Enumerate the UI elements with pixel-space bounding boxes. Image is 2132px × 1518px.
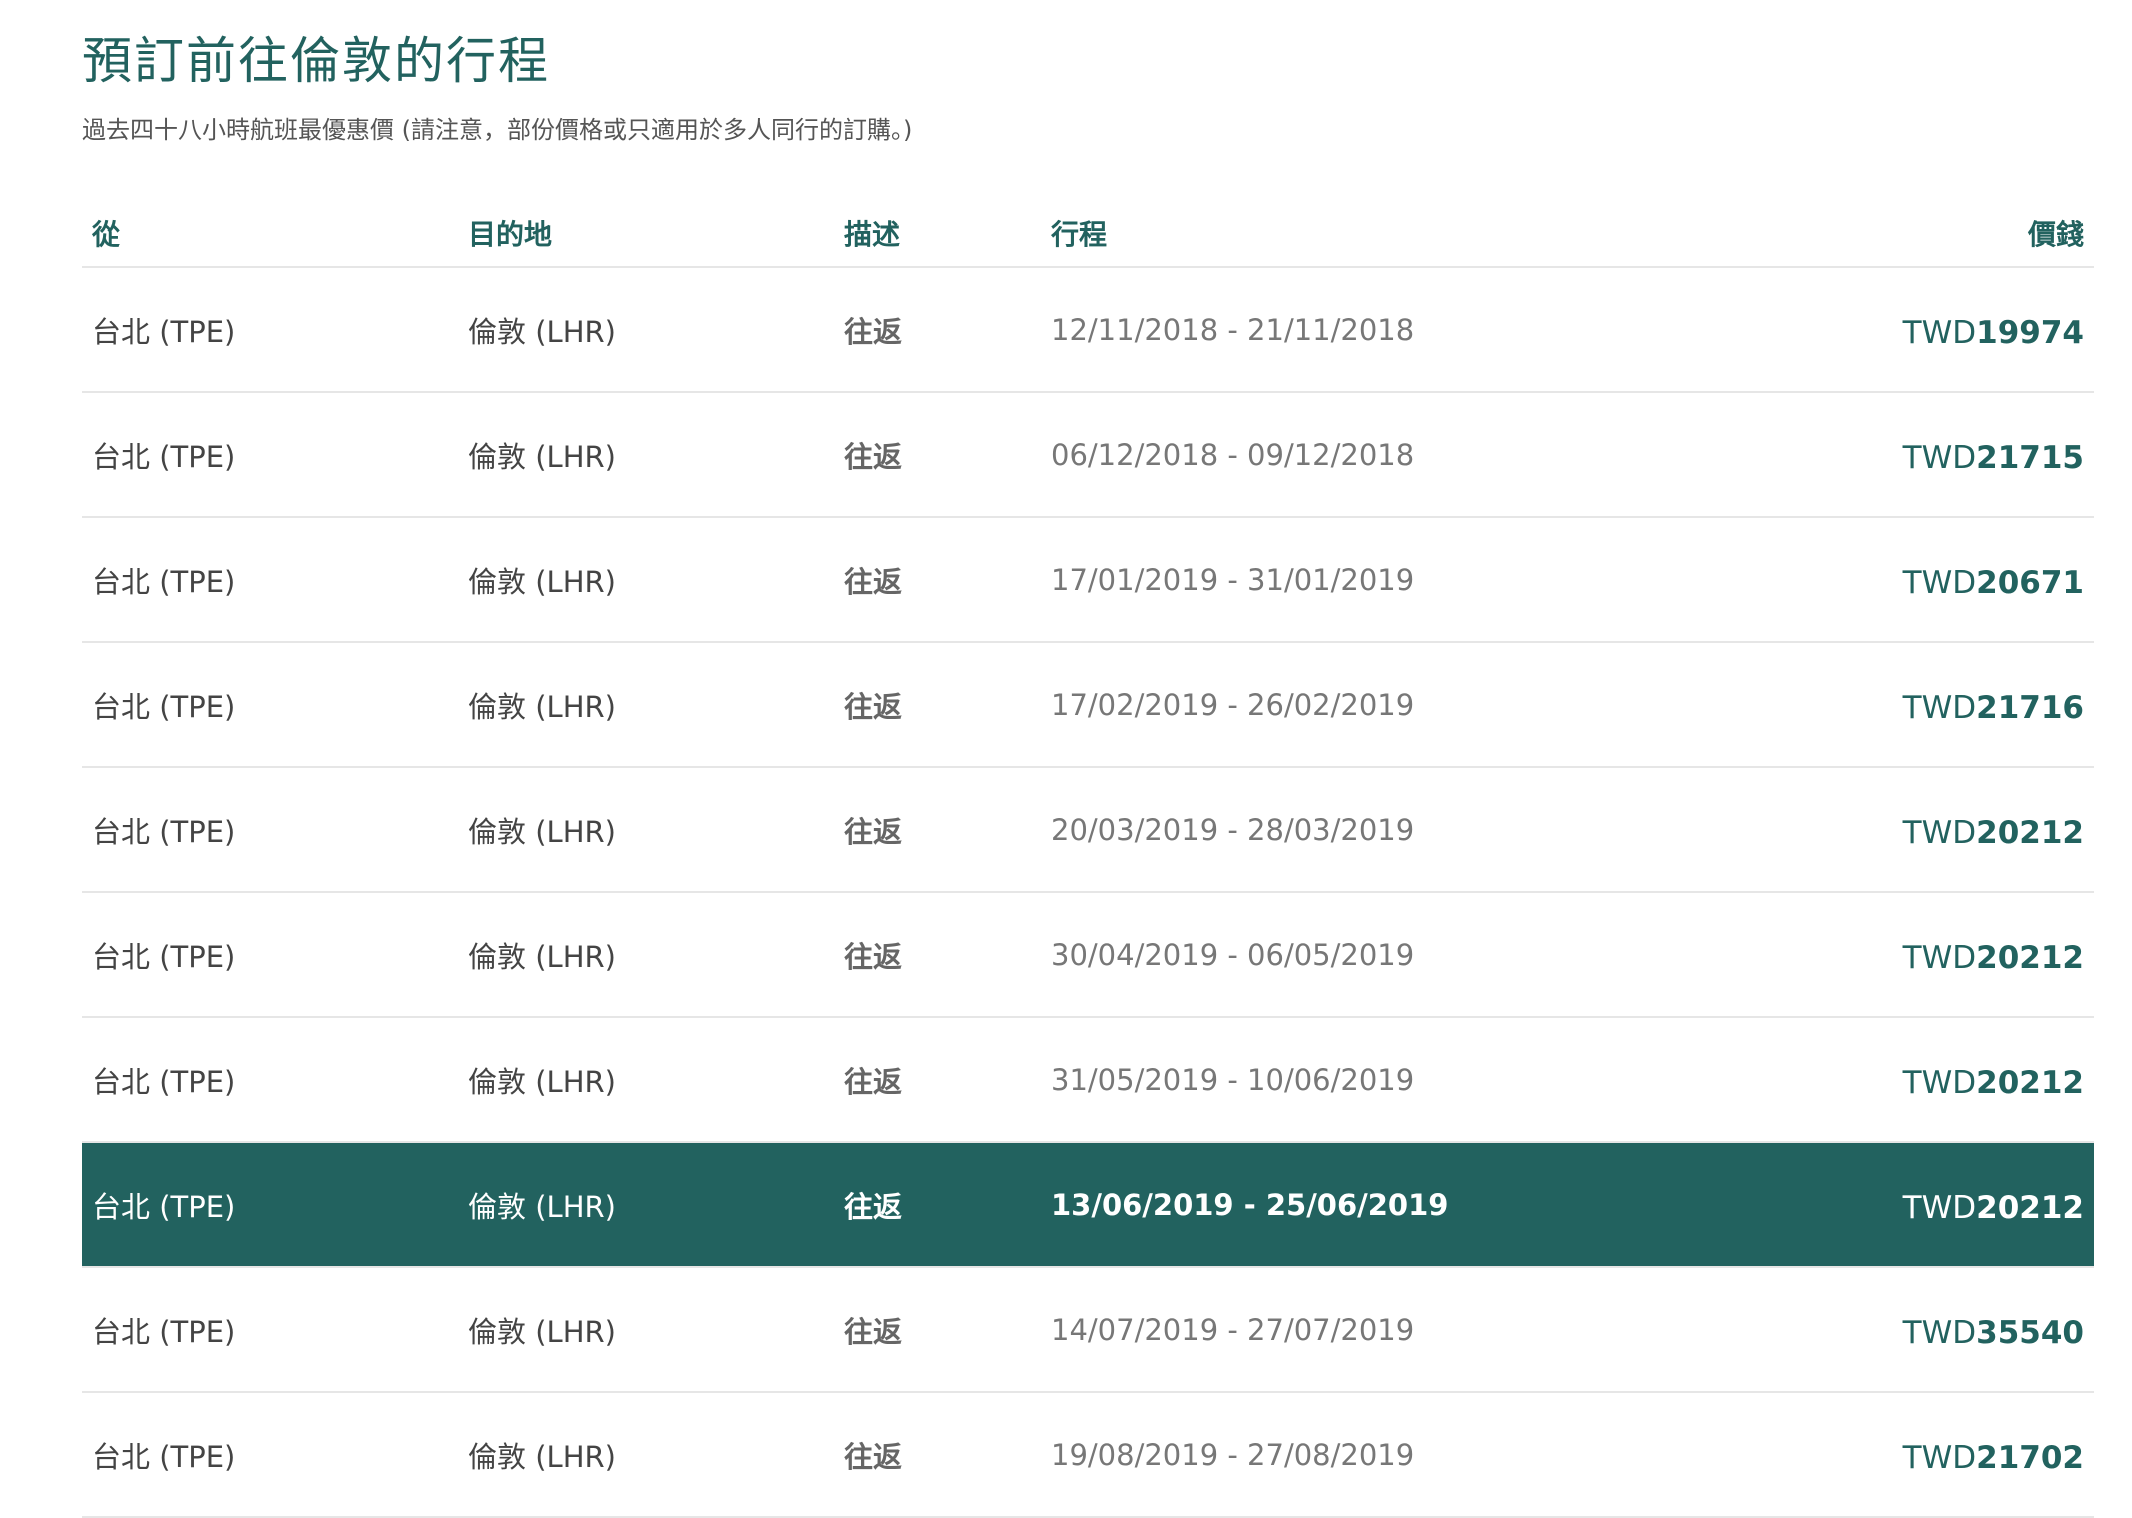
fares-page: 預訂前往倫敦的行程 過去四十八小時航班最優惠價 (請注意，部份價格或只適用於多人… [0,0,2132,1518]
cell-price[interactable]: TWD20212 [1531,892,2094,1018]
price-amount: 20212 [1976,1064,2084,1101]
price-amount: 19974 [1976,314,2084,351]
cell-itinerary: 06/12/2018 - 09/12/2018 [1041,392,1531,518]
table-row[interactable]: 台北 (TPE) 倫敦 (LHR) 往返 30/04/2019 - 06/05/… [82,892,2094,1018]
column-header-itinerary: 行程 [1041,200,1531,268]
cell-destination: 倫敦 (LHR) [458,642,834,768]
price-currency: TWD [1902,439,1977,476]
table-row[interactable]: 台北 (TPE) 倫敦 (LHR) 往返 17/01/2019 - 31/01/… [82,517,2094,643]
page-subtitle: 過去四十八小時航班最優惠價 (請注意，部份價格或只適用於多人同行的訂購。) [82,116,913,144]
cell-description: 往返 [834,392,1041,518]
cell-description: 往返 [834,517,1041,643]
cell-destination: 倫敦 (LHR) [458,1017,834,1143]
table-row[interactable]: 台北 (TPE) 倫敦 (LHR) 往返 17/02/2019 - 26/02/… [82,642,2094,768]
cell-price[interactable]: TWD20212 [1531,767,2094,893]
cell-itinerary: 12/11/2018 - 21/11/2018 [1041,267,1531,393]
price-currency: TWD [1902,1314,1977,1351]
table-row[interactable]: 台北 (TPE) 倫敦 (LHR) 往返 31/05/2019 - 10/06/… [82,1017,2094,1143]
price-currency: TWD [1902,564,1977,601]
price-amount: 20212 [1976,814,2084,851]
cell-price[interactable]: TWD21702 [1531,1392,2094,1518]
cell-from: 台北 (TPE) [82,267,458,393]
cell-from: 台北 (TPE) [82,1392,458,1518]
price-currency: TWD [1902,1064,1977,1101]
table-row[interactable]: 台北 (TPE) 倫敦 (LHR) 往返 06/12/2018 - 09/12/… [82,392,2094,518]
price-amount: 21702 [1976,1439,2084,1476]
cell-price[interactable]: TWD19974 [1531,267,2094,393]
cell-itinerary: 14/07/2019 - 27/07/2019 [1041,1267,1531,1393]
cell-from: 台北 (TPE) [82,392,458,518]
price-amount: 20671 [1976,564,2084,601]
price-amount: 20212 [1976,939,2084,976]
cell-itinerary: 30/04/2019 - 06/05/2019 [1041,892,1531,1018]
cell-destination: 倫敦 (LHR) [458,1392,834,1518]
cell-price[interactable]: TWD20671 [1531,517,2094,643]
price-currency: TWD [1902,814,1977,851]
cell-price[interactable]: TWD21716 [1531,642,2094,768]
cell-from: 台北 (TPE) [82,1267,458,1393]
cell-destination: 倫敦 (LHR) [458,892,834,1018]
table-row-selected[interactable]: 台北 (TPE) 倫敦 (LHR) 往返 13/06/2019 - 25/06/… [82,1142,2094,1268]
table-row[interactable]: 台北 (TPE) 倫敦 (LHR) 往返 20/03/2019 - 28/03/… [82,767,2094,893]
cell-from: 台北 (TPE) [82,642,458,768]
cell-price[interactable]: TWD35540 [1531,1267,2094,1393]
column-header-destination: 目的地 [458,200,834,268]
cell-itinerary: 19/08/2019 - 27/08/2019 [1041,1392,1531,1518]
cell-description: 往返 [834,1267,1041,1393]
cell-itinerary: 17/02/2019 - 26/02/2019 [1041,642,1531,768]
price-amount: 21715 [1976,439,2084,476]
price-amount: 21716 [1976,689,2084,726]
table-row[interactable]: 台北 (TPE) 倫敦 (LHR) 往返 14/07/2019 - 27/07/… [82,1267,2094,1393]
cell-from: 台北 (TPE) [82,892,458,1018]
cell-from: 台北 (TPE) [82,767,458,893]
cell-description: 往返 [834,1392,1041,1518]
table-header-row: 從 目的地 描述 行程 價錢 [82,200,2094,268]
cell-from: 台北 (TPE) [82,1142,458,1268]
cell-destination: 倫敦 (LHR) [458,1267,834,1393]
cell-description: 往返 [834,1142,1041,1268]
column-header-description: 描述 [834,200,1041,268]
cell-description: 往返 [834,267,1041,393]
price-currency: TWD [1902,314,1977,351]
cell-destination: 倫敦 (LHR) [458,767,834,893]
cell-price[interactable]: TWD20212 [1531,1142,2094,1268]
price-amount: 20212 [1976,1189,2084,1226]
table-header: 從 目的地 描述 行程 價錢 [82,200,2094,268]
cell-itinerary: 17/01/2019 - 31/01/2019 [1041,517,1531,643]
table-body: 台北 (TPE) 倫敦 (LHR) 往返 12/11/2018 - 21/11/… [82,267,2094,1518]
cell-description: 往返 [834,892,1041,1018]
cell-price[interactable]: TWD21715 [1531,392,2094,518]
price-currency: TWD [1902,1189,1977,1226]
column-header-price: 價錢 [1531,200,2094,268]
cell-description: 往返 [834,1017,1041,1143]
cell-from: 台北 (TPE) [82,517,458,643]
table-row[interactable]: 台北 (TPE) 倫敦 (LHR) 往返 12/11/2018 - 21/11/… [82,267,2094,393]
cell-destination: 倫敦 (LHR) [458,392,834,518]
page-title: 預訂前往倫敦的行程 [82,32,550,90]
cell-itinerary: 20/03/2019 - 28/03/2019 [1041,767,1531,893]
cell-destination: 倫敦 (LHR) [458,267,834,393]
cell-destination: 倫敦 (LHR) [458,1142,834,1268]
cell-itinerary: 31/05/2019 - 10/06/2019 [1041,1017,1531,1143]
price-currency: TWD [1902,689,1977,726]
cell-destination: 倫敦 (LHR) [458,517,834,643]
price-currency: TWD [1902,939,1977,976]
cell-itinerary: 13/06/2019 - 25/06/2019 [1041,1142,1531,1268]
price-currency: TWD [1902,1439,1977,1476]
fares-table: 從 目的地 描述 行程 價錢 台北 (TPE) 倫敦 (LHR) 往返 12/1… [82,200,2094,1518]
cell-description: 往返 [834,642,1041,768]
column-header-from: 從 [82,200,458,268]
price-amount: 35540 [1976,1314,2084,1351]
cell-description: 往返 [834,767,1041,893]
table-row[interactable]: 台北 (TPE) 倫敦 (LHR) 往返 19/08/2019 - 27/08/… [82,1392,2094,1518]
cell-from: 台北 (TPE) [82,1017,458,1143]
cell-price[interactable]: TWD20212 [1531,1017,2094,1143]
